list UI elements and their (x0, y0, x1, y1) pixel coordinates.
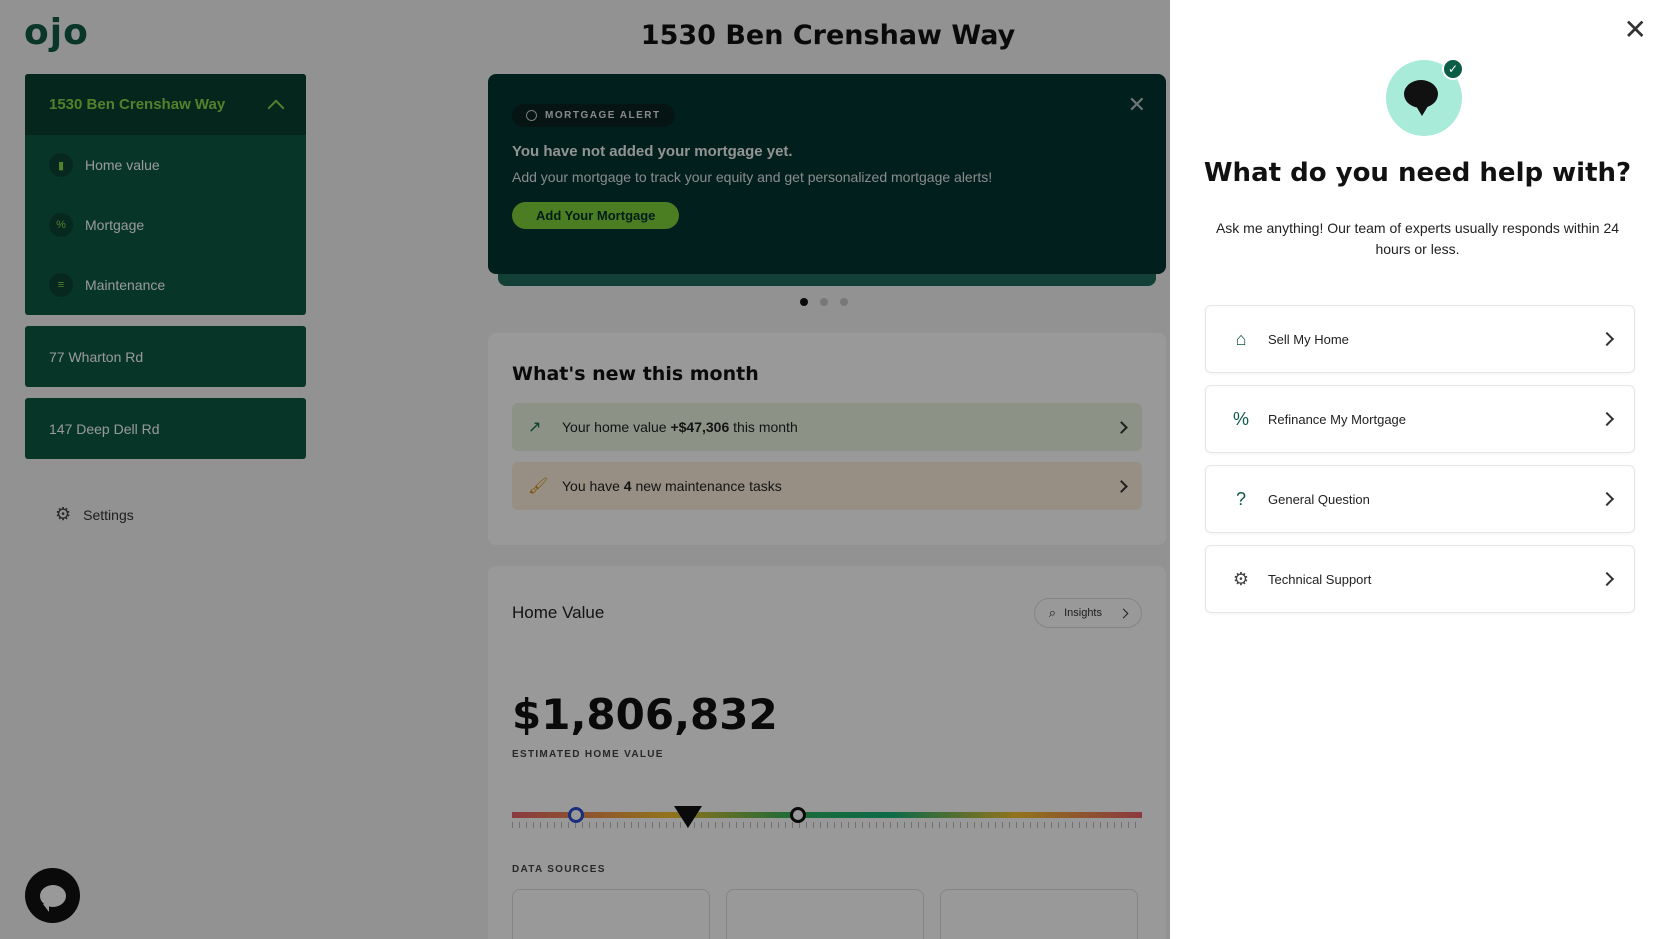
help-option-label: Refinance My Mortgage (1268, 411, 1407, 427)
gear-icon: ⚙ (1232, 568, 1250, 589)
close-icon[interactable]: ✕ (1624, 16, 1647, 44)
help-panel-title: What do you need help with? (1203, 158, 1632, 188)
chevron-right-icon (1599, 411, 1615, 427)
speech-bubble-icon (1404, 80, 1438, 116)
chat-illustration: ✓ (1382, 56, 1466, 140)
sell-my-home-option[interactable]: ⌂ Sell My Home (1205, 305, 1635, 373)
refinance-option[interactable]: % Refinance My Mortgage (1205, 385, 1635, 453)
help-panel: ✕ ✓ What do you need help with? Ask me a… (1170, 0, 1665, 939)
percent-icon: % (1232, 408, 1249, 429)
help-options: ⌂ Sell My Home % Refinance My Mortgage ?… (1205, 305, 1635, 625)
check-icon: ✓ (1442, 58, 1464, 80)
general-question-option[interactable]: ? General Question (1205, 465, 1635, 533)
modal-overlay[interactable] (0, 0, 1170, 939)
help-option-label: Technical Support (1268, 571, 1372, 587)
chevron-right-icon (1599, 491, 1615, 507)
help-option-label: General Question (1268, 491, 1370, 507)
chevron-right-icon (1599, 331, 1615, 347)
house-icon: ⌂ (1235, 328, 1247, 349)
chevron-right-icon (1599, 571, 1615, 587)
question-icon: ? (1235, 488, 1246, 509)
help-panel-subtitle: Ask me anything! Our team of experts usu… (1215, 220, 1620, 257)
technical-support-option[interactable]: ⚙ Technical Support (1205, 545, 1635, 613)
help-option-label: Sell My Home (1268, 331, 1349, 347)
